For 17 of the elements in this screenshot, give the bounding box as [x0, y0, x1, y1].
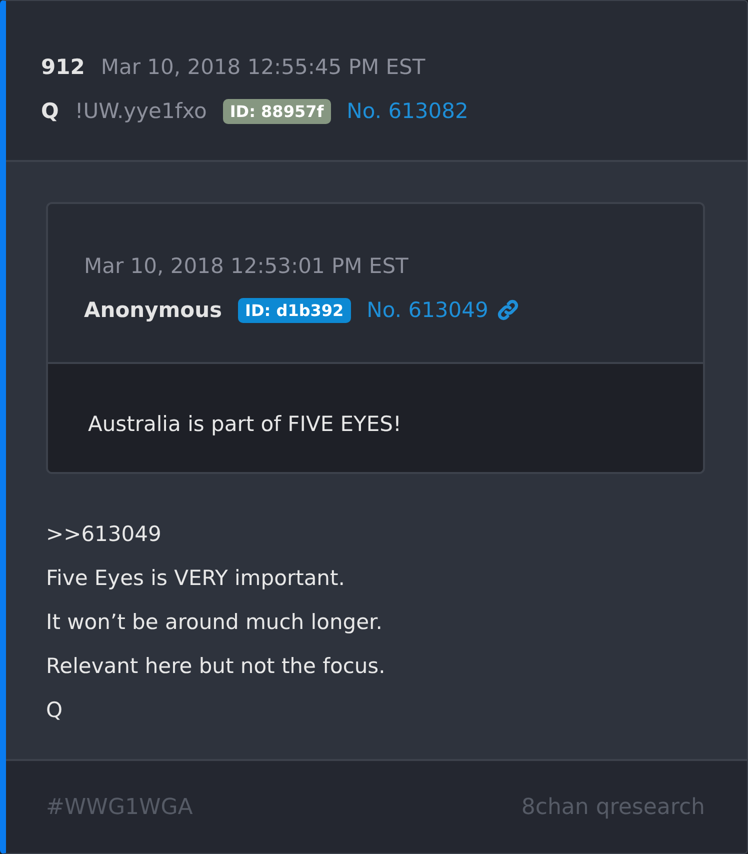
post-number: 912 — [41, 55, 85, 79]
link-icon[interactable] — [496, 298, 520, 322]
id-badge: ID: d1b392 — [238, 298, 351, 322]
tripcode: !UW.yye1fxo — [74, 99, 207, 123]
post-text-line: >>613049 — [46, 521, 162, 548]
post-timestamp: Mar 10, 2018 12:55:45 PM EST — [100, 55, 426, 79]
quoted-text: Australia is part of FIVE EYES! — [88, 412, 402, 436]
author-name: Q — [41, 99, 59, 123]
author-name: Anonymous — [84, 298, 222, 322]
post-text-line: Five Eyes is VERY important. — [46, 565, 346, 592]
post-text-line: Q — [46, 697, 64, 724]
post-text-line: Relevant here but not the focus. — [46, 653, 386, 680]
post-text-line: It won’t be around much longer. — [46, 609, 384, 636]
post-number-link[interactable]: No. 613082 — [346, 99, 468, 123]
post-number-link[interactable]: No. 613049 — [366, 298, 488, 322]
id-badge: ID: 88957f — [222, 98, 331, 124]
post-timestamp: Mar 10, 2018 12:53:01 PM EST — [84, 254, 408, 278]
